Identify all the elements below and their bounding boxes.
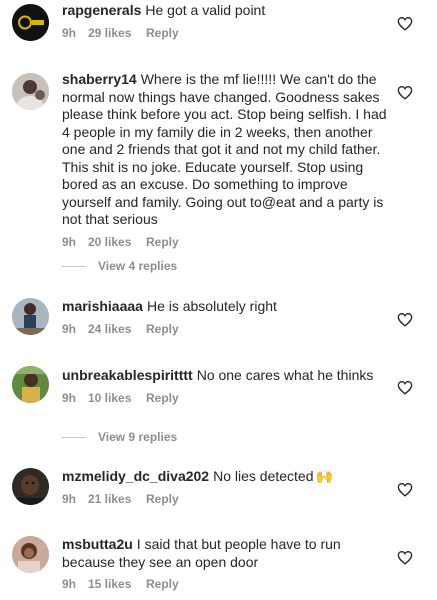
reply-button[interactable]: Reply [146,492,179,506]
reply-button[interactable]: Reply [146,26,179,40]
heart-outline-icon[interactable] [397,550,413,566]
comment-time: 9h [62,491,77,506]
avatar[interactable] [12,73,49,110]
heart-outline-icon[interactable] [397,312,413,328]
raised-hands-icon: 🙌 [315,468,333,484]
view-replies-button[interactable]: View 9 replies [62,430,177,444]
comment-time: 9h [62,25,77,40]
comment-time: 9h [62,577,77,591]
comment-time: 9h [62,321,77,336]
avatar[interactable] [12,536,49,573]
comment-username[interactable]: rapgenerals [62,2,141,18]
reply-button[interactable]: Reply [146,322,179,336]
comment-username[interactable]: marishiaaaa [62,298,143,314]
avatar[interactable] [12,298,49,335]
comment-text: He got a valid point [145,2,266,18]
comment-text: No lies detected [213,468,314,484]
divider-line [62,265,86,267]
comment-username[interactable]: msbutta2u [62,536,133,552]
divider-line [62,436,86,438]
heart-outline-icon[interactable] [397,482,413,498]
comment-time: 9h [62,390,77,405]
heart-outline-icon[interactable] [397,16,413,32]
comment-likes[interactable]: 20 likes [88,235,146,249]
comment-likes[interactable]: 24 likes [88,322,146,336]
view-replies-label[interactable]: View 4 replies [98,259,177,273]
comment-username[interactable]: shaberry14 [62,71,137,87]
avatar[interactable] [12,366,49,403]
view-replies-button[interactable]: View 4 replies [62,259,177,273]
comment-text: Where is the mf lie!!!!! We can't do the… [62,71,387,227]
view-replies-label[interactable]: View 9 replies [98,430,177,444]
heart-outline-icon[interactable] [397,380,413,396]
comment-likes[interactable]: 21 likes [88,492,146,506]
avatar[interactable] [12,4,49,41]
comment-time: 9h [62,234,77,249]
comment-likes[interactable]: 10 likes [88,391,146,405]
avatar[interactable] [12,468,49,505]
reply-button[interactable]: Reply [146,391,179,405]
comment-likes[interactable]: 15 likes [88,577,146,591]
comment-username[interactable]: unbreakablespiritttt [62,367,193,383]
reply-button[interactable]: Reply [146,235,179,249]
reply-button[interactable]: Reply [146,577,179,591]
comment-username[interactable]: mzmelidy_dc_diva202 [62,468,209,484]
comment-likes[interactable]: 29 likes [88,26,146,40]
comment-text: He is absolutely right [146,298,277,314]
comment-text: No one cares what he thinks [196,367,374,383]
heart-outline-icon[interactable] [397,85,413,101]
